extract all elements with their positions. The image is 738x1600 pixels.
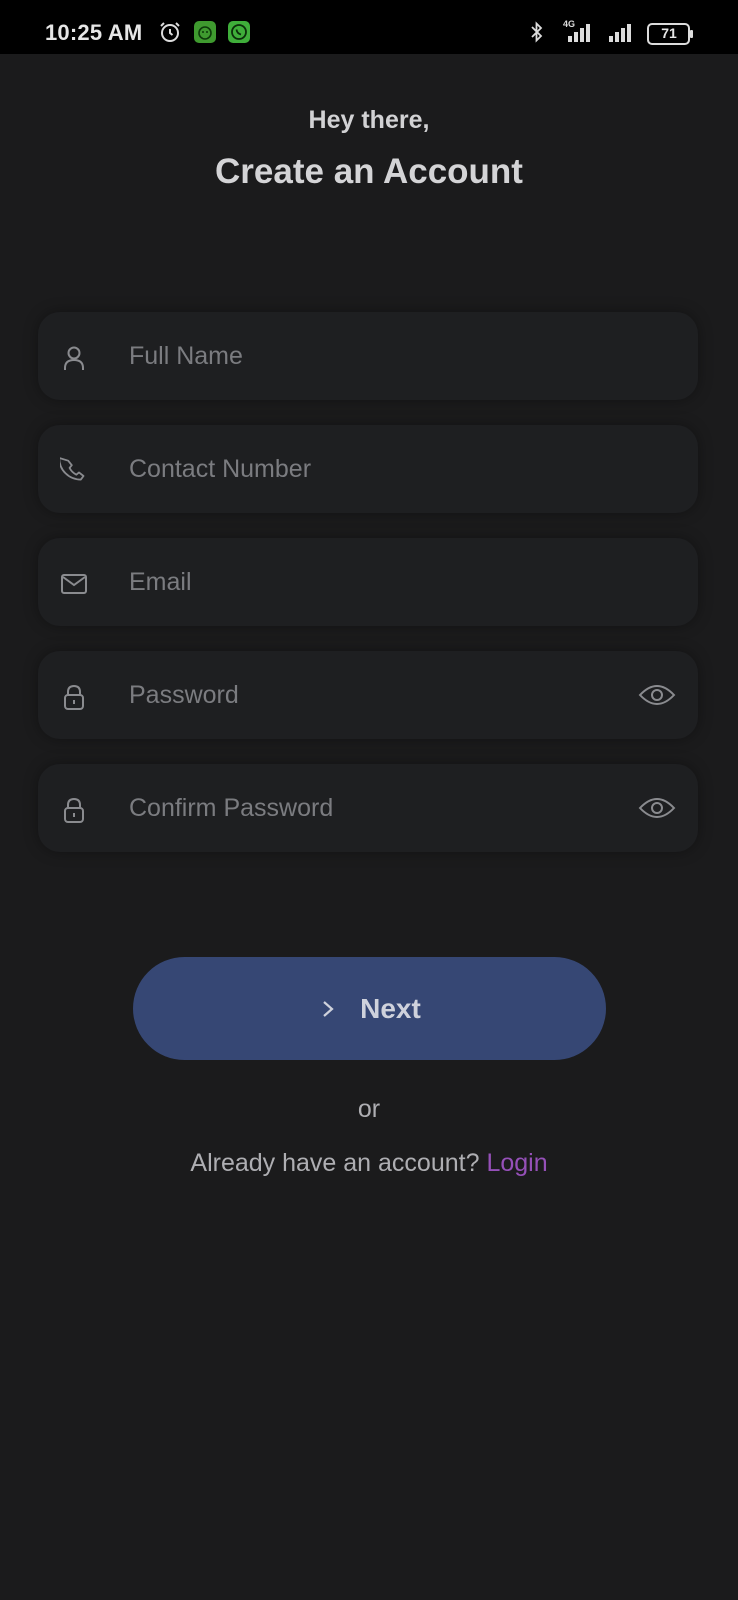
status-time: 10:25 AM	[45, 20, 143, 45]
greeting-text: Hey there,	[308, 106, 430, 134]
bluetooth-icon	[531, 21, 543, 43]
page-title: Create an Account	[215, 152, 523, 191]
signal-icon	[609, 24, 631, 42]
or-divider-text: or	[357, 1095, 381, 1123]
login-prompt: Already have an account? Login	[0, 1149, 738, 1178]
password-field[interactable]: Password	[38, 651, 698, 739]
battery-level: 71	[661, 25, 677, 41]
contact-number-placeholder: Contact Number	[129, 455, 312, 483]
status-bar: 10:25 AM 4G 71	[0, 0, 738, 54]
full-name-placeholder: Full Name	[129, 342, 243, 370]
confirm-password-placeholder: Confirm Password	[129, 794, 334, 822]
eye-icon[interactable]	[638, 794, 676, 822]
eye-icon[interactable]	[638, 681, 676, 709]
alarm-icon	[160, 22, 180, 42]
next-button-label: Next	[360, 992, 421, 1024]
person-icon	[64, 346, 84, 370]
signal-icon	[568, 24, 590, 42]
lock-icon	[64, 797, 84, 823]
mail-icon	[61, 574, 87, 594]
phone-icon	[60, 457, 85, 481]
login-link[interactable]: Login	[486, 1149, 547, 1177]
next-button[interactable]: Next	[133, 957, 606, 1060]
confirm-password-field[interactable]: Confirm Password	[38, 764, 698, 852]
whatsapp-icon	[228, 21, 250, 43]
app-notification-icon	[194, 21, 216, 43]
contact-number-field[interactable]: Contact Number	[38, 425, 698, 513]
email-placeholder: Email	[129, 568, 192, 596]
password-placeholder: Password	[129, 681, 239, 709]
lock-icon	[64, 684, 84, 710]
full-name-field[interactable]: Full Name	[38, 312, 698, 400]
email-field[interactable]: Email	[38, 538, 698, 626]
chevron-right-icon	[323, 1000, 334, 1017]
login-prompt-text: Already have an account?	[190, 1149, 480, 1177]
